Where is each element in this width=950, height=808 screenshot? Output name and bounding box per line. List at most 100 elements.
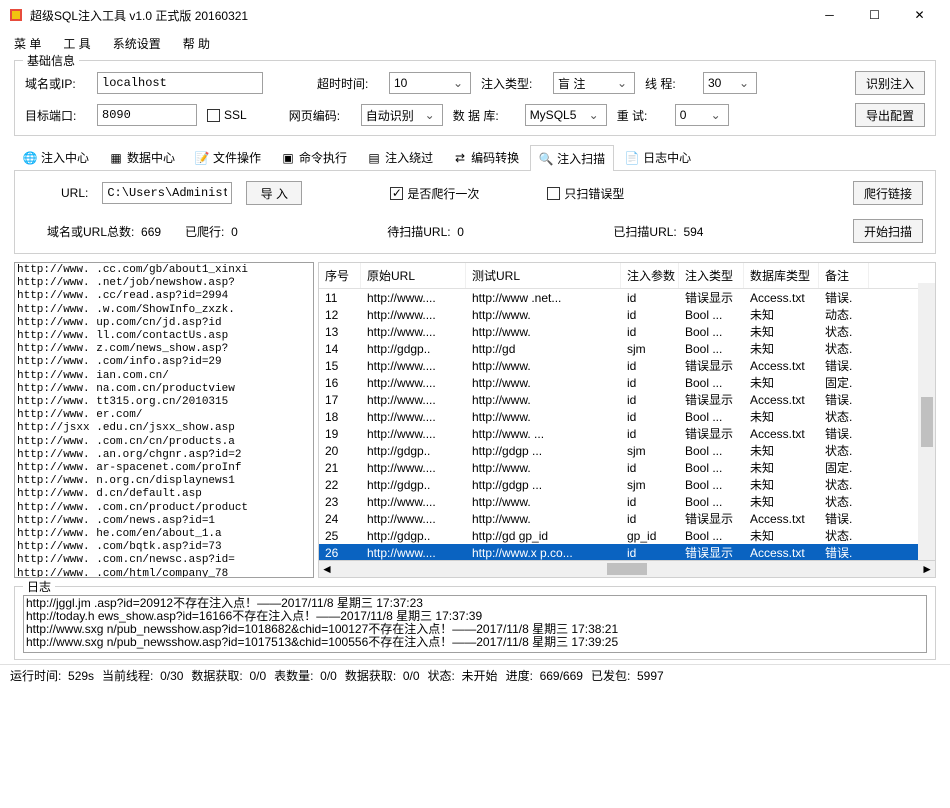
url-item[interactable]: http://www. .com.cn/cn/products.a [17,436,311,449]
table-row[interactable]: 11http://www....http://www .net...id错误显示… [319,289,935,306]
url-item[interactable]: http://www. up.com/cn/jd.asp?id [17,317,311,330]
table-row[interactable]: 19http://www....http://www. ...id错误显示Acc… [319,425,935,442]
start-scan-button[interactable]: 开始扫描 [853,219,923,243]
encoding-select[interactable]: 自动识别⌄ [361,104,443,126]
inject-type-select[interactable]: 盲 注⌄ [553,72,635,94]
cell-itype: 错误显示 [679,290,744,305]
url-item[interactable]: http://www. ar-spacenet.com/proInf [17,462,311,475]
cell-dtype: 未知 [744,460,819,475]
tab-search[interactable]: 🔍注入扫描 [530,145,614,171]
threads-select[interactable]: 30⌄ [703,72,757,94]
db-select[interactable]: MySQL5⌄ [525,104,607,126]
tab-globe[interactable]: 🌐注入中心 [14,144,98,170]
column-header[interactable]: 序号 [319,263,361,288]
ssl-checkbox[interactable]: SSL [207,108,247,122]
table-row[interactable]: 21http://www....http://www. idBool ...未知… [319,459,935,476]
table-row[interactable]: 18http://www....http://www. idBool ...未知… [319,408,935,425]
cell-itype: Bool ... [679,528,744,543]
url-item[interactable]: http://www. .w.com/ShowInfo_zxzk. [17,304,311,317]
cell-note: 固定. [819,375,869,390]
url-item[interactable]: http://www. z.com/news_show.asp? [17,343,311,356]
url-input[interactable] [102,182,232,204]
url-item[interactable]: http://www. ian.com.cn/ [17,370,311,383]
tab-label: 注入扫描 [557,150,605,167]
table-row[interactable]: 15http://www....http://www. id错误显示Access… [319,357,935,374]
url-item[interactable]: http://www. tt315.org.cn/2010315 [17,396,311,409]
menu-item[interactable]: 工 具 [63,35,90,52]
url-list[interactable]: http://www. .cc.com/gb/about1_xinxihttp:… [14,262,314,578]
minimize-button[interactable]: ─ [807,0,852,30]
url-item[interactable]: http://www. .cc/read.asp?id=2994 [17,290,311,303]
cell-itype: Bool ... [679,375,744,390]
url-item[interactable]: http://www. .com/html/company_78 [17,568,311,578]
cell-ourl: http://www.... [361,409,466,424]
tab-grid[interactable]: ▦数据中心 [100,144,184,170]
cell-turl: http://www. [466,307,621,322]
log-text[interactable]: http://jggl.jm .asp?id=20912不存在注入点！——201… [23,595,927,653]
table-row[interactable]: 25http://gdgp..http://gd gp_idgp_idBool … [319,527,935,544]
url-item[interactable]: http://www. .cc.com/gb/about1_xinxi [17,264,311,277]
url-item[interactable]: http://www. .com/info.asp?id=29 [17,356,311,369]
vertical-scrollbar[interactable] [918,283,935,560]
url-item[interactable]: http://www. .com.cn/product/product [17,502,311,515]
tab-filter[interactable]: ▤注入绕过 [358,144,442,170]
tab-file[interactable]: 📝文件操作 [186,144,270,170]
detect-inject-button[interactable]: 识别注入 [855,71,925,95]
cell-dtype: Access.txt [744,545,819,560]
url-item[interactable]: http://www. ll.com/contactUs.asp [17,330,311,343]
url-item[interactable]: http://www. .com/bqtk.asp?id=73 [17,541,311,554]
horizontal-scrollbar[interactable]: ◄► [319,560,935,577]
menu-item[interactable]: 系统设置 [113,35,161,52]
cell-turl: http://www. [466,460,621,475]
column-header[interactable]: 测试URL [466,263,621,288]
url-item[interactable]: http://www. .com.cn/newsc.asp?id= [17,554,311,567]
table-row[interactable]: 23http://www....http://www. idBool ...未知… [319,493,935,510]
column-header[interactable]: 原始URL [361,263,466,288]
cell-ourl: http://gdgp.. [361,443,466,458]
tab-swap[interactable]: ⇄编码转换 [444,144,528,170]
table-row[interactable]: 24http://www....http://www. id错误显示Access… [319,510,935,527]
column-header[interactable]: 数据库类型 [744,263,819,288]
url-item[interactable]: http://jsxx .edu.cn/jsxx_show.asp [17,422,311,435]
url-item[interactable]: http://www. n.org.cn/displaynews1 [17,475,311,488]
tab-term[interactable]: ▣命令执行 [272,144,356,170]
cell-seq: 24 [319,511,361,526]
menu-item[interactable]: 菜 单 [14,35,41,52]
grid-icon: ▦ [109,151,123,165]
crawl-button[interactable]: 爬行链接 [853,181,923,205]
column-header[interactable]: 备注 [819,263,869,288]
crawl-once-checkbox[interactable]: ✓是否爬行一次 [390,185,479,202]
domain-input[interactable] [97,72,263,94]
column-header[interactable]: 注入参数 [621,263,679,288]
statusbar: 运行时间: 529s 当前线程: 0/30 数据获取: 0/0 表数量: 0/0… [0,664,950,686]
url-item[interactable]: http://www. na.com.cn/productview [17,383,311,396]
table-row[interactable]: 20http://gdgp..http://gdgp ...sjmBool ..… [319,442,935,459]
only-error-checkbox[interactable]: 只扫错误型 [547,185,624,202]
close-button[interactable]: ✕ [897,0,942,30]
url-item[interactable]: http://www. er.com/ [17,409,311,422]
port-input[interactable] [97,104,197,126]
maximize-button[interactable]: ☐ [852,0,897,30]
table-row[interactable]: 13http://www....http://www. idBool ...未知… [319,323,935,340]
table-row[interactable]: 16http://www....http://www. idBool ...未知… [319,374,935,391]
table-row[interactable]: 14http://gdgp..http://gd sjmBool ...未知状态… [319,340,935,357]
table-row[interactable]: 17http://www....http://www. id错误显示Access… [319,391,935,408]
retry-select[interactable]: 0⌄ [675,104,729,126]
url-item[interactable]: http://www. .an.org/chgnr.asp?id=2 [17,449,311,462]
table-row[interactable]: 26http://www....http://www.x p.co...id错误… [319,544,935,560]
tab-log[interactable]: 📄日志中心 [616,144,700,170]
import-button[interactable]: 导 入 [246,181,302,205]
url-item[interactable]: http://www. d.cn/default.asp [17,488,311,501]
table-row[interactable]: 12http://www....http://www. idBool ...未知… [319,306,935,323]
menu-item[interactable]: 帮 助 [183,35,210,52]
log-line: http://www.sxg n/pub_newsshow.asp?id=101… [26,636,924,649]
timeout-select[interactable]: 10⌄ [389,72,471,94]
url-item[interactable]: http://www. .net/job/newshow.asp? [17,277,311,290]
url-item[interactable]: http://www. he.com/en/about_1.a [17,528,311,541]
url-item[interactable]: http://www. .com/news.asp?id=1 [17,515,311,528]
column-header[interactable]: 注入类型 [679,263,744,288]
export-config-button[interactable]: 导出配置 [855,103,925,127]
table-row[interactable]: 22http://gdgp..http://gdgp ...sjmBool ..… [319,476,935,493]
cell-dtype: Access.txt [744,511,819,526]
stat-crawled-label: 已爬行: [185,225,224,239]
